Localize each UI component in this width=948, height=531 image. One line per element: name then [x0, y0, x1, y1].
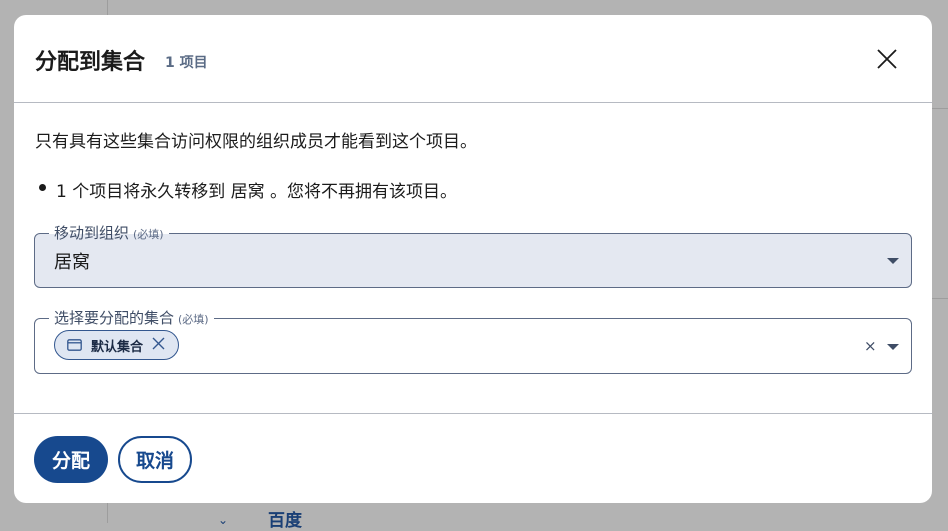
chevron-down-icon: ⌄ [218, 513, 229, 527]
chevron-down-icon[interactable] [887, 344, 899, 350]
organization-label-text: 移动到组织 [54, 224, 130, 242]
assign-collection-dialog: 分配到集合 1 项目 只有具有这些集合访问权限的组织成员才能看到这个项目。 1 … [14, 15, 932, 503]
dialog-title: 分配到集合 [35, 50, 146, 75]
collection-icon [67, 339, 82, 351]
close-button[interactable] [868, 40, 906, 78]
background-divider [932, 298, 948, 299]
collection-label-text: 选择要分配的集合 [54, 309, 175, 327]
transfer-warning: 1 个项目将永久转移到 居窝 。您将不再拥有该项目。 [56, 182, 458, 202]
close-icon [877, 49, 897, 69]
cancel-button[interactable]: 取消 [118, 436, 192, 483]
required-marker: (必填) [133, 228, 164, 241]
organization-select[interactable]: 移动到组织 (必填) 居窝 [34, 223, 912, 288]
organization-field-label: 移动到组织 (必填) [49, 223, 169, 245]
collection-select[interactable]: 选择要分配的集合 (必填) 默认集合 × [34, 308, 912, 374]
remove-chip-icon[interactable] [152, 336, 165, 354]
collection-chip: 默认集合 [54, 330, 180, 360]
required-marker: (必填) [178, 313, 209, 326]
organization-value: 居窝 [54, 252, 90, 273]
background-divider [932, 108, 948, 109]
bullet-icon [39, 184, 46, 191]
item-count: 1 项目 [165, 55, 208, 71]
chip-label: 默认集合 [91, 339, 144, 355]
assign-button[interactable]: 分配 [34, 436, 108, 483]
clear-selection-icon[interactable]: × [864, 337, 877, 355]
chevron-down-icon[interactable] [887, 258, 899, 264]
collection-field-label: 选择要分配的集合 (必填) [49, 308, 214, 330]
footer-divider [14, 413, 932, 414]
dialog-description: 只有具有这些集合访问权限的组织成员才能看到这个项目。 [35, 132, 477, 152]
dialog-header: 分配到集合 1 项目 [14, 15, 932, 103]
background-item-label: 百度 [268, 511, 302, 531]
